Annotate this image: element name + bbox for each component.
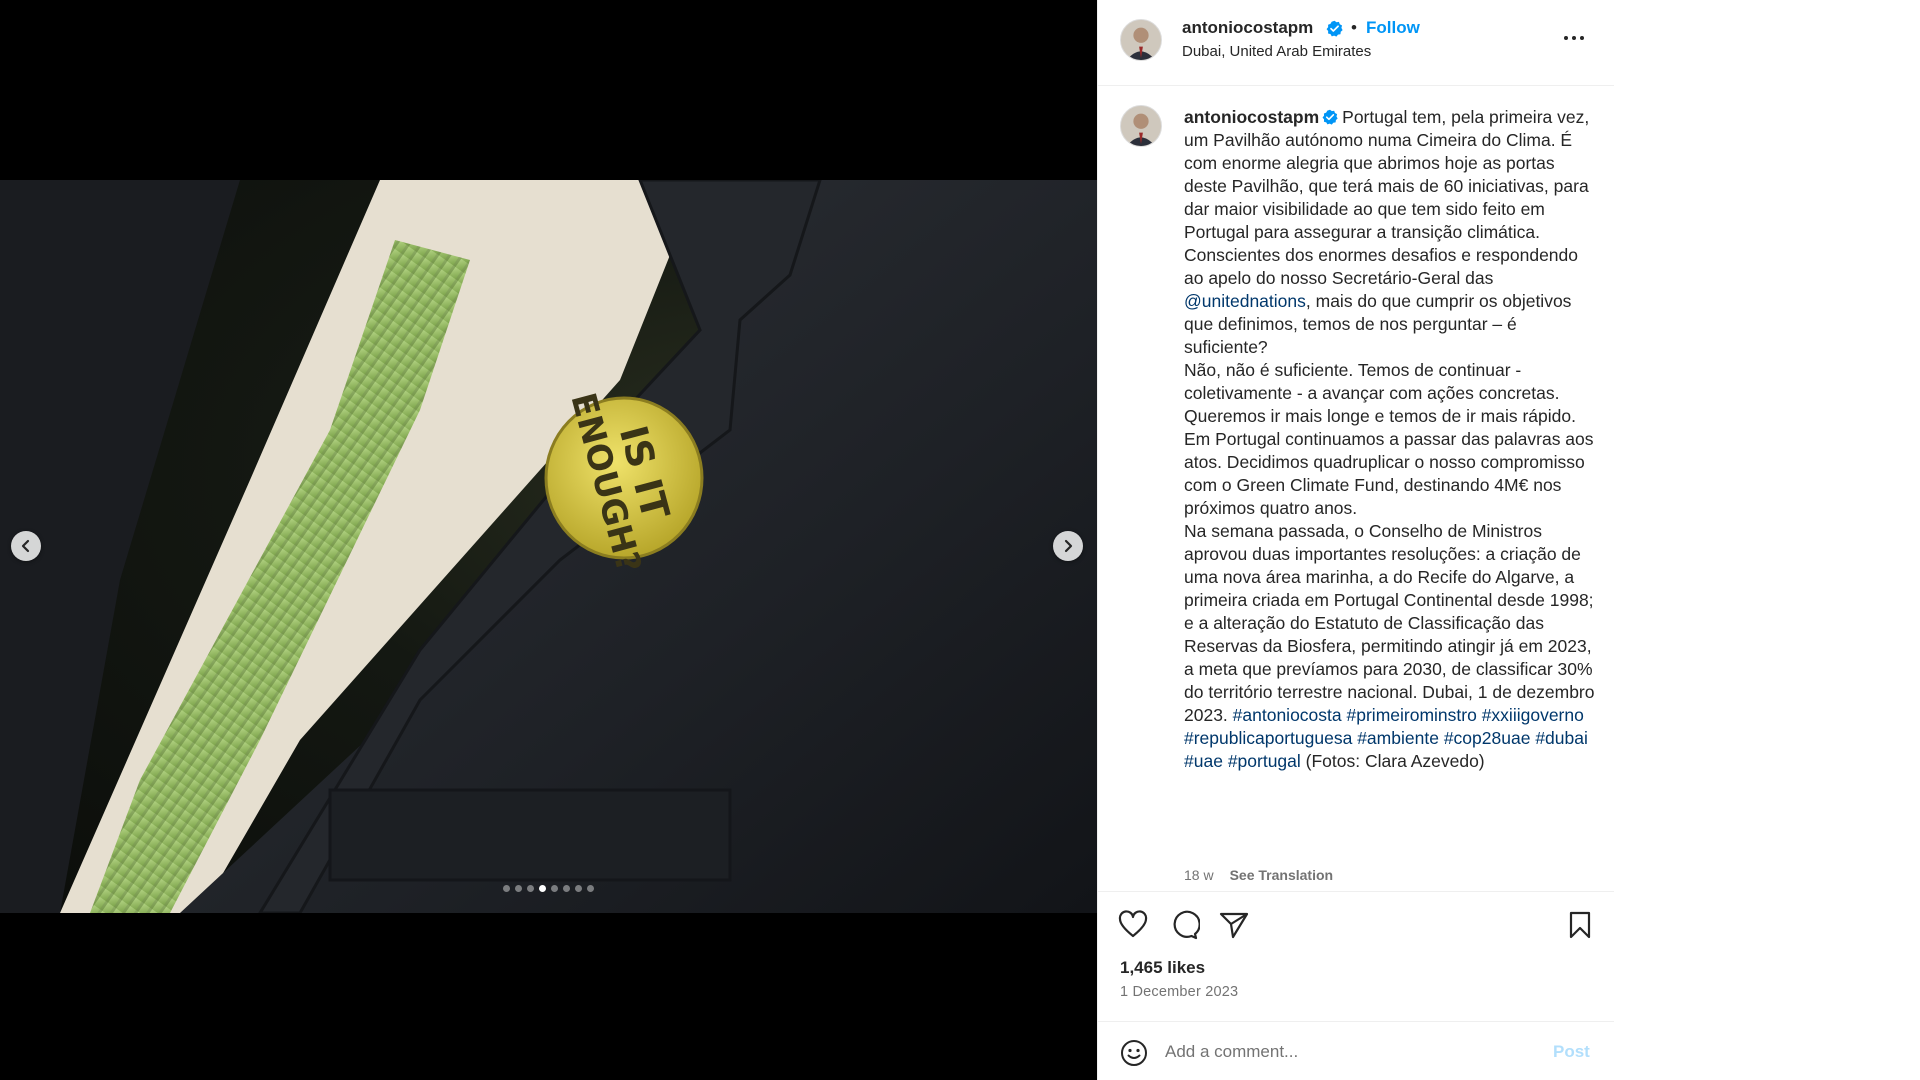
post-side-panel: antoniocostapm • Follow Dubai, United Ar… [1097,0,1615,1080]
header-separator: • [1351,18,1357,37]
hashtag-link[interactable]: #cop28uae [1444,728,1531,748]
caption-text-segment: Na semana passada, o Conselho de Ministr… [1184,521,1595,725]
mention-link[interactable]: @unitednations [1184,291,1306,311]
carousel-dot [527,885,534,892]
caption-text-segment: Conscientes dos enormes desafios e respo… [1184,245,1578,288]
comment-input[interactable] [1165,1035,1535,1069]
caption-text-segment: Não, não é suficiente. Temos de continua… [1184,360,1576,426]
carousel-dot [515,885,522,892]
heart-icon [1118,910,1148,938]
carousel-dot [575,885,582,892]
avatar-photo [1121,20,1161,60]
previous-image-button[interactable] [11,531,41,561]
post-location[interactable]: Dubai, United Arab Emirates [1182,43,1371,60]
comment-bubble-icon [1173,910,1201,940]
hashtag-link[interactable]: #dubai [1535,728,1588,748]
caption-meta: 18 w See Translation [1184,867,1333,883]
more-dot [1580,36,1584,40]
post-header: antoniocostapm • Follow Dubai, United Ar… [1098,0,1615,86]
hashtag-link[interactable]: #antoniocosta [1233,705,1342,725]
more-options-button[interactable] [1559,26,1589,50]
hashtag-link[interactable]: #republicaportuguesa [1184,728,1352,748]
carousel-dot [539,885,546,892]
hashtag-link[interactable]: #portugal [1228,751,1301,771]
save-button[interactable] [1564,909,1596,941]
caption-text-segment: Portugal tem, pela primeira vez, um Pavi… [1184,107,1590,242]
next-image-button[interactable] [1053,531,1083,561]
bookmark-icon [1569,911,1591,939]
post-media-viewer: IS IT ENOUGH? [0,0,1097,1080]
avatar[interactable] [1120,19,1162,61]
verified-badge-icon [1326,20,1343,37]
hashtag-link[interactable]: #primeirominstro [1347,705,1477,725]
carousel-indicator [0,885,1097,892]
comment-bar: Post [1098,1021,1615,1080]
more-dot [1572,36,1576,40]
hashtag-link[interactable]: #uae [1184,751,1223,771]
carousel-dot [563,885,570,892]
post-author-username[interactable]: antoniocostapm [1182,18,1313,38]
caption-username[interactable]: antoniocostapm [1184,107,1319,127]
post-age[interactable]: 18 w [1184,867,1214,883]
comment-button[interactable] [1168,909,1201,941]
post-caption: antoniocostapm Portugal tem, pela primeir… [1184,106,1599,773]
avatar-photo [1121,106,1161,146]
share-button[interactable] [1218,909,1250,941]
like-button[interactable] [1117,909,1149,941]
caption-text-segment: Em Portugal continuamos a passar das pal… [1184,429,1594,518]
avatar[interactable] [1120,105,1162,147]
hashtag-link[interactable]: #xxiiigoverno [1482,705,1584,725]
page-background [1614,0,1920,1080]
photo-suit-with-badge: IS IT ENOUGH? [0,180,1097,913]
hashtag-link[interactable]: #ambiente [1357,728,1439,748]
follow-button[interactable]: Follow [1366,18,1420,38]
chevron-right-icon [1064,539,1073,553]
post-date: 1 December 2023 [1120,984,1239,1000]
post-comment-button[interactable]: Post [1553,1042,1590,1062]
post-actions: 1,465 likes 1 December 2023 [1098,891,1615,1021]
more-horizontal-icon [1564,36,1568,40]
post-photo: IS IT ENOUGH? [0,180,1097,913]
caption-text-segment: (Fotos: Clara Azevedo) [1300,751,1485,771]
see-translation-button[interactable]: See Translation [1230,867,1333,883]
emoji-smile-icon[interactable] [1120,1039,1148,1067]
paper-plane-icon [1219,912,1249,939]
likes-count[interactable]: 1,465 likes [1120,958,1205,978]
caption-body: Portugal tem, pela primeira vez, um Pavi… [1184,107,1595,771]
chevron-left-icon [21,539,30,553]
caption-section: antoniocostapm Portugal tem, pela primeir… [1098,87,1615,891]
verified-badge-icon [1322,109,1338,125]
carousel-dot [551,885,558,892]
carousel-dot [587,885,594,892]
carousel-dot [503,885,510,892]
